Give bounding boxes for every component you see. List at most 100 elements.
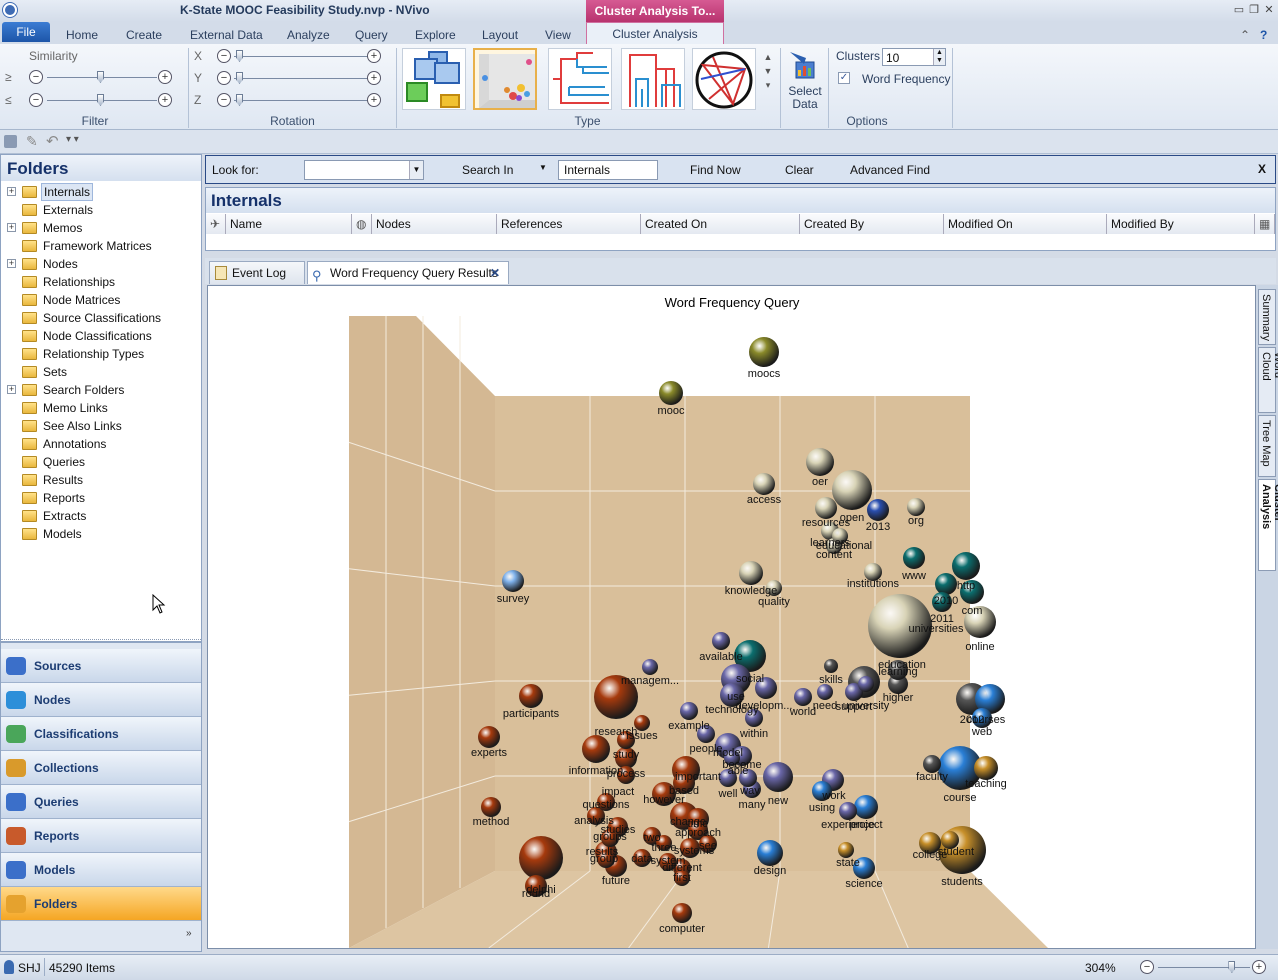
tab-query[interactable]: Query xyxy=(355,26,388,44)
similarity-le-slider[interactable]: ≤ − + xyxy=(5,93,185,109)
pin-column-icon[interactable]: ✈ xyxy=(206,214,226,234)
decrease-icon[interactable]: − xyxy=(29,70,43,84)
qat-dropdown-icon[interactable]: ▾ ▾ xyxy=(66,134,79,145)
chevron-down-icon[interactable]: ▼ xyxy=(409,161,423,179)
vertical-dendrogram-button[interactable] xyxy=(621,48,685,110)
tab-create[interactable]: Create xyxy=(126,26,162,44)
word-frequency-checkbox[interactable]: ✓ xyxy=(838,72,850,84)
column-name[interactable]: Name xyxy=(226,214,352,234)
point-teaching[interactable] xyxy=(974,756,998,780)
point-experts[interactable] xyxy=(478,726,500,748)
cluster-analysis-chart[interactable]: Word Frequency Query moocs mooc oer access o… xyxy=(207,285,1256,949)
slider-thumb[interactable] xyxy=(236,50,243,62)
point-university[interactable] xyxy=(858,676,874,692)
slider-thumb[interactable] xyxy=(97,71,104,83)
expand-icon[interactable]: + xyxy=(7,223,16,232)
point-resources[interactable] xyxy=(815,497,837,519)
point-www[interactable] xyxy=(903,547,925,569)
similarity-ge-slider[interactable]: ≥ − + xyxy=(5,70,185,86)
nav-button-sources[interactable]: Sources xyxy=(1,649,201,683)
restore-icon[interactable]: ❐ xyxy=(1248,4,1260,16)
point-survey[interactable] xyxy=(502,570,524,592)
edit-icon[interactable]: ✎ xyxy=(26,133,38,150)
increase-icon[interactable]: + xyxy=(367,71,381,85)
decrease-icon[interactable]: − xyxy=(217,71,231,85)
rotation-y-slider[interactable]: Y − + xyxy=(194,71,384,87)
nav-button-collections[interactable]: Collections xyxy=(1,751,201,785)
tab-cluster-analysis[interactable]: Cluster Analysis xyxy=(586,22,724,44)
tab-home[interactable]: Home xyxy=(66,26,98,44)
zoom-slider-thumb[interactable] xyxy=(1228,961,1236,973)
point-method[interactable] xyxy=(481,797,501,817)
zoom-out-icon[interactable]: − xyxy=(1140,960,1154,974)
nav-button-classifications[interactable]: Classifications xyxy=(1,717,201,751)
clear-button[interactable]: Clear xyxy=(785,163,814,177)
tab-word-cloud[interactable]: Word Cloud xyxy=(1258,347,1278,413)
point-participants[interactable] xyxy=(519,684,543,708)
advanced-find-button[interactable]: Advanced Find xyxy=(850,163,930,177)
decrease-icon[interactable]: − xyxy=(217,49,231,63)
point-2010[interactable] xyxy=(935,573,957,595)
tab-explore[interactable]: Explore xyxy=(415,26,456,44)
nvivo-app-icon[interactable] xyxy=(3,3,17,17)
point-available[interactable] xyxy=(712,632,730,650)
column-chooser-icon[interactable]: ▦ xyxy=(1255,214,1275,234)
tab-word-frequency-query-results[interactable]: ⚲ Word Frequency Query Results ✕ xyxy=(307,261,509,284)
increase-icon[interactable]: + xyxy=(158,70,172,84)
help-icon[interactable]: ? xyxy=(1260,26,1267,44)
close-window-icon[interactable]: ✕ xyxy=(1263,4,1275,16)
point-moocs[interactable] xyxy=(749,337,779,367)
clusters-spinner[interactable]: 10 ▲ ▼ xyxy=(882,48,946,66)
point-experience[interactable] xyxy=(839,802,857,820)
column-modified-on[interactable]: Modified On xyxy=(944,214,1107,234)
tab-external-data[interactable]: External Data xyxy=(190,26,263,44)
point-project[interactable] xyxy=(854,795,878,819)
close-tab-icon[interactable]: ✕ xyxy=(490,262,500,284)
tab-cluster-analysis-view[interactable]: Cluster Analysis xyxy=(1258,479,1278,571)
expand-icon[interactable]: + xyxy=(7,385,16,394)
nav-button-models[interactable]: Models xyxy=(1,853,201,887)
point-skills[interactable] xyxy=(824,659,838,673)
nav-button-queries[interactable]: Queries xyxy=(1,785,201,819)
point-need[interactable] xyxy=(817,684,833,700)
slider-thumb[interactable] xyxy=(97,94,104,106)
look-for-input[interactable]: ▼ xyxy=(304,160,424,180)
decrease-icon[interactable]: − xyxy=(217,93,231,107)
column-created-by[interactable]: Created By xyxy=(800,214,944,234)
point-mooc[interactable] xyxy=(659,381,683,405)
point-example[interactable] xyxy=(680,702,698,720)
search-in-button[interactable]: Search In xyxy=(462,163,513,177)
tab-view[interactable]: View xyxy=(545,26,571,44)
configure-buttons-icon[interactable]: » xyxy=(186,928,192,939)
point-org[interactable] xyxy=(907,498,925,516)
point-information[interactable] xyxy=(582,735,610,763)
spinner-arrows-icon[interactable]: ▲ ▼ xyxy=(933,49,945,65)
nav-button-folders[interactable]: Folders xyxy=(1,887,201,921)
rotation-x-slider[interactable]: X − + xyxy=(194,49,384,65)
point-http[interactable] xyxy=(952,552,980,580)
column-created-on[interactable]: Created On xyxy=(641,214,800,234)
nodes-column-icon[interactable]: ◍ xyxy=(352,214,372,234)
undo-icon[interactable]: ↶ xyxy=(46,132,59,150)
column-references[interactable]: References xyxy=(497,214,641,234)
point-state[interactable] xyxy=(838,842,854,858)
increase-icon[interactable]: + xyxy=(367,93,381,107)
3d-cluster-map-button[interactable] xyxy=(473,48,537,110)
tab-layout[interactable]: Layout xyxy=(482,26,518,44)
nav-button-nodes[interactable]: Nodes xyxy=(1,683,201,717)
tab-analyze[interactable]: Analyze xyxy=(287,26,330,44)
zoom-in-icon[interactable]: + xyxy=(1252,960,1266,974)
increase-icon[interactable]: + xyxy=(158,93,172,107)
select-data-button[interactable]: Select Data xyxy=(786,48,824,114)
point-design[interactable] xyxy=(757,840,783,866)
nav-button-reports[interactable]: Reports xyxy=(1,819,201,853)
point-access[interactable] xyxy=(753,473,775,495)
column-modified-by[interactable]: Modified By xyxy=(1107,214,1255,234)
close-find-button[interactable]: X xyxy=(1258,162,1266,176)
expand-icon[interactable]: + xyxy=(7,259,16,268)
tab-event-log[interactable]: Event Log xyxy=(209,261,305,284)
search-in-value[interactable]: Internals xyxy=(558,160,658,180)
point-new[interactable] xyxy=(763,762,793,792)
horizontal-dendrogram-button[interactable] xyxy=(548,48,612,110)
tab-tree-map[interactable]: Tree Map xyxy=(1258,415,1276,477)
